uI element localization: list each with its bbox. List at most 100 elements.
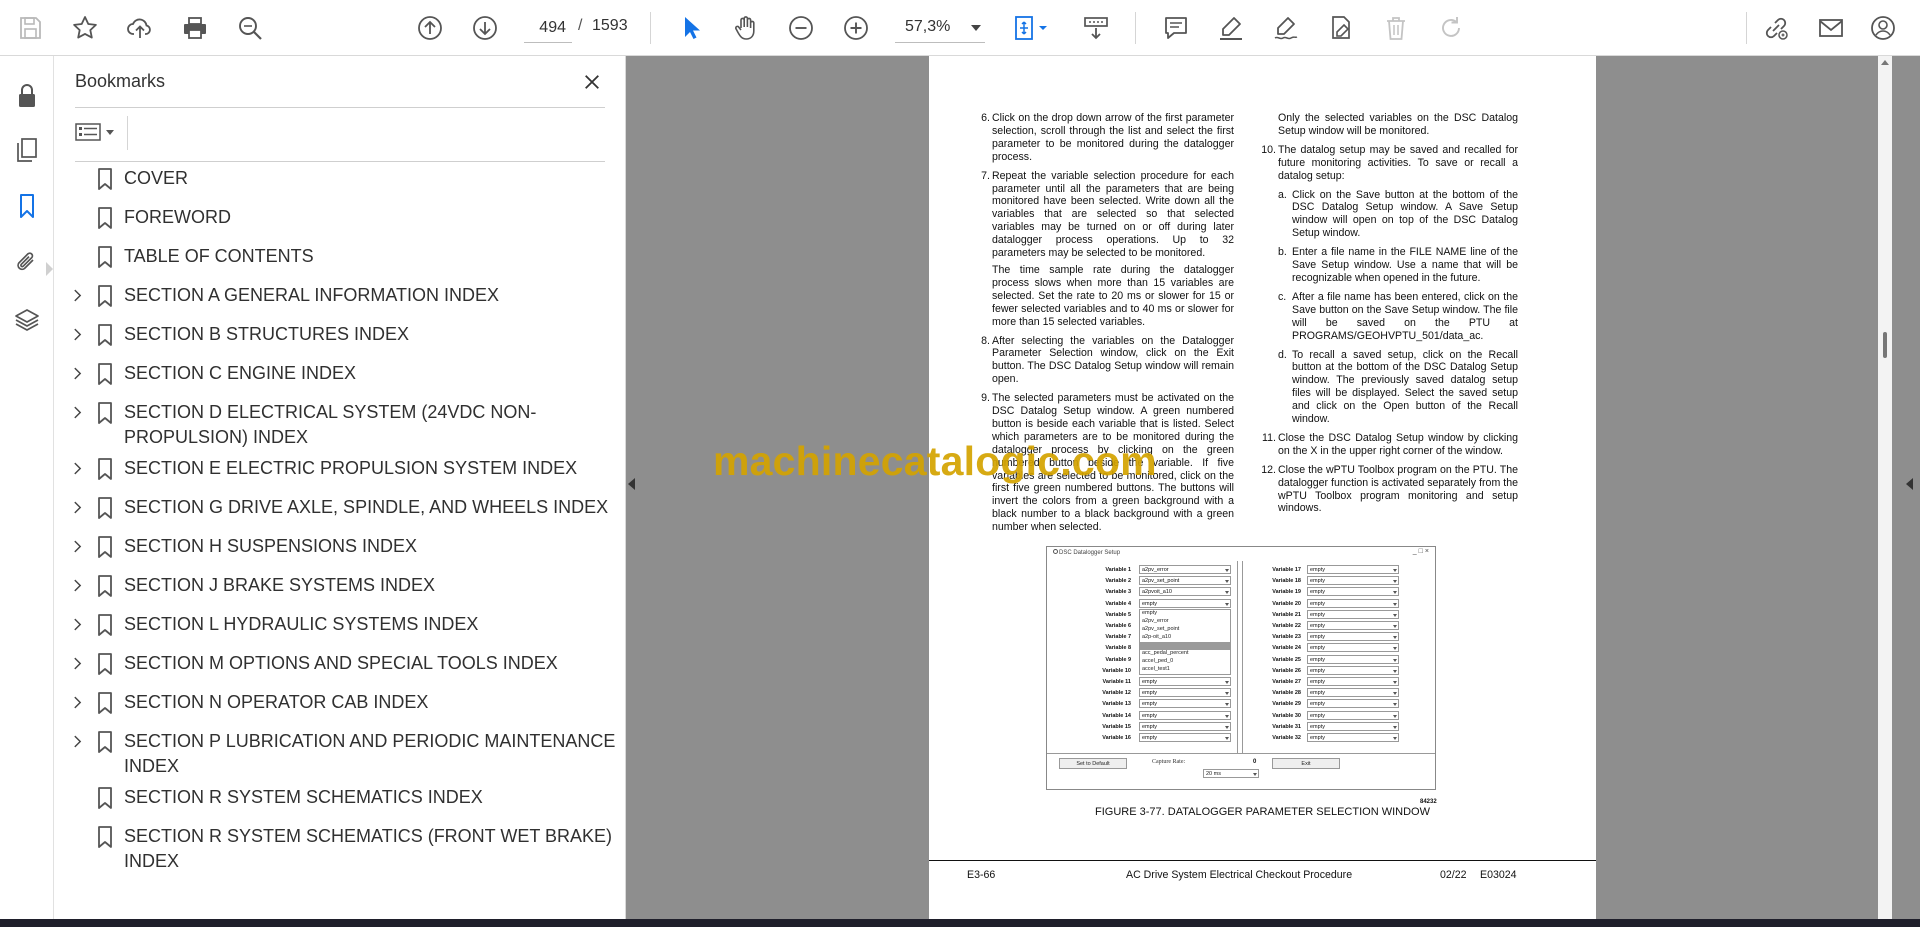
variable-label: Variable 17 [1272,567,1301,573]
fill-sign-icon[interactable] [1323,10,1359,46]
layers-icon[interactable] [9,302,45,338]
figure-variable-row: Variable 3 a2pvoit_a10 [1087,587,1237,597]
redo-icon[interactable] [1433,10,1469,46]
footer-date: 02/22 [1440,869,1467,881]
page-down-icon[interactable] [467,10,503,46]
pages-icon[interactable] [9,132,45,168]
variable-label: Variable 1 [1105,567,1131,573]
variable-label: Variable 4 [1105,600,1131,607]
chevron-right-icon[interactable] [70,692,84,712]
hand-icon[interactable] [728,10,764,46]
chevron-right-icon[interactable] [70,731,84,751]
chevron-right-icon[interactable] [70,575,84,595]
vertical-scrollbar[interactable] [1878,56,1892,919]
figure-variable-row: Variable 11 empty [1087,677,1237,687]
highlight-icon[interactable] [1213,10,1249,46]
bookmark-icon [96,496,114,520]
select-cursor-icon[interactable] [673,10,709,46]
figure-variable-row: Variable 32 empty [1243,733,1433,743]
variable-select: empty [1139,699,1231,709]
bookmarks-panel: Bookmarks COVER FOREWORD TABLE OF CONTENTS… [54,56,626,919]
fit-page-icon[interactable] [1008,10,1056,46]
account-icon[interactable] [1868,10,1898,46]
figure-variable-row: Variable 24 empty [1243,643,1433,653]
capture-rate-label: Capture Rate: [1152,759,1186,765]
scroll-up-arrow-icon[interactable] [1881,60,1889,65]
toolbar-divider [127,116,128,150]
variable-label: Variable 10 [1102,667,1131,674]
variable-label: Variable 27 [1272,679,1301,685]
variable-select: empty [1139,733,1231,742]
variable-select: empty [1307,721,1399,731]
expand-right-panel-icon[interactable] [1906,478,1913,490]
figure-caption: FIGURE 3-77. DATALOGGER PARAMETER SELECT… [1095,806,1430,818]
variable-select: empty [1307,677,1399,686]
chevron-right-icon[interactable] [70,324,84,344]
collapse-panel-icon[interactable] [628,478,635,490]
variable-label: Variable 20 [1272,600,1301,607]
scroll-mode-icon[interactable] [1078,10,1114,46]
bookmark-icon[interactable] [9,188,45,224]
figure-variable-row: Variable 28 empty [1243,688,1433,698]
zoom-search-icon[interactable] [232,10,268,46]
zoom-out-icon[interactable] [783,10,819,46]
figure-variable-row: Variable 5 [1087,610,1237,620]
variable-select: empty [1139,710,1231,720]
variable-select: empty [1139,688,1231,698]
close-icon[interactable] [578,68,606,96]
variable-label: Variable 7 [1105,634,1131,641]
text-column-right: Only the selected variables on the DSC D… [1261,112,1518,521]
figure-variable-row: Variable 1 a2pv_error [1087,565,1237,575]
email-icon[interactable] [1813,10,1849,46]
zoom-in-icon[interactable] [838,10,874,46]
scrollbar-thumb[interactable] [1883,332,1887,358]
lock-icon[interactable] [9,78,45,114]
bookmark-icon [96,574,114,598]
chevron-right-icon[interactable] [70,614,84,634]
watermark-text: machinecatalogic.com [713,438,1157,484]
bookmark-label: SECTION H SUSPENSIONS INDEX [124,536,418,556]
variable-label: Variable 9 [1105,656,1131,663]
capture-rate-value: 0 [1253,759,1257,765]
upload-icon[interactable] [122,10,158,46]
set-to-default-button: Set to Default [1059,758,1127,769]
list-item: 7. Repeat the variable selection procedur… [981,169,1234,260]
variable-label: Variable 8 [1105,645,1131,652]
chevron-right-icon[interactable] [70,402,84,422]
sign-icon[interactable] [1268,10,1304,46]
chevron-right-icon[interactable] [70,536,84,556]
variable-label: Variable 16 [1102,735,1131,741]
page-number-input[interactable] [524,13,572,43]
variable-label: Variable 29 [1272,701,1301,708]
chevron-down-icon [971,25,981,31]
page-up-icon[interactable] [412,10,448,46]
bookmark-options-button[interactable] [75,118,125,146]
figure-variable-row: Variable 12 empty [1087,688,1237,698]
delete-icon[interactable] [1378,10,1414,46]
save-icon[interactable] [12,10,48,46]
attachment-icon[interactable] [9,244,45,280]
figure-variable-row: Variable 25 empty [1243,654,1433,665]
chevron-right-icon[interactable] [70,653,84,673]
page-separator: / [578,17,583,34]
chevron-right-icon[interactable] [70,363,84,383]
list-item: 10. The datalog setup may be saved and re… [1261,143,1518,182]
sub-list-item: c. After a file name has been entered, cl… [1278,290,1518,342]
zoom-level-select[interactable]: 57,3% [895,13,985,43]
bookmark-icon [96,691,114,715]
figure-variable-row: Variable 17 empty [1243,565,1433,575]
chevron-down-icon [106,129,114,135]
figure-variable-row: Variable 6 [1087,621,1237,631]
print-icon[interactable] [177,10,213,46]
bookmark-icon [96,362,114,386]
chevron-right-icon[interactable] [70,285,84,305]
bookmark-label: SECTION A GENERAL INFORMATION INDEX [124,285,500,305]
chevron-right-icon[interactable] [70,497,84,517]
list-options-icon [75,123,101,141]
comment-icon[interactable] [1158,10,1194,46]
variable-select: empty [1307,621,1399,630]
share-link-icon[interactable] [1758,10,1794,46]
capture-rate-select: 20 ms [1203,769,1259,778]
star-icon[interactable] [67,10,103,46]
chevron-right-icon[interactable] [70,458,84,478]
